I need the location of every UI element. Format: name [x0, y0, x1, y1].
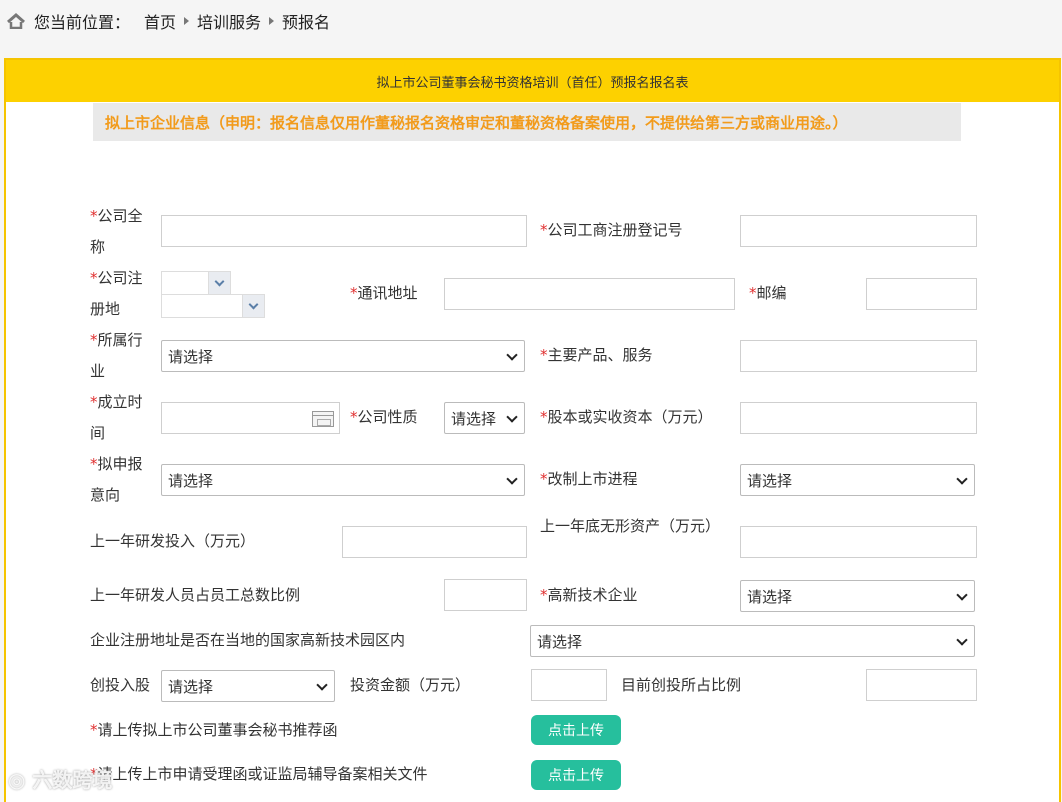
vc-label: 创投入股	[90, 676, 151, 694]
main-products-input[interactable]	[740, 340, 977, 372]
rd-staff-label: 上一年研发人员占员工总数比例	[90, 586, 301, 604]
city-select[interactable]	[161, 294, 265, 318]
upload-acceptance-button[interactable]: 点击上传	[531, 760, 621, 790]
province-select[interactable]	[161, 271, 231, 295]
breadcrumb-current: 预报名	[282, 13, 331, 32]
hitech-label: *高新技术企业	[540, 586, 638, 604]
company-name-label: *公司全称	[90, 207, 143, 256]
founded-date-input[interactable]	[161, 402, 340, 434]
rd-invest-label: 上一年研发投入（万元）	[90, 532, 256, 550]
chevron-down-icon	[956, 589, 968, 601]
capital-label: *股本或实收资本（万元）	[540, 408, 713, 426]
invest-amount-label: 投资金额（万元）	[350, 676, 471, 694]
chevron-down-icon	[242, 295, 264, 317]
form-title: 拟上市公司董事会秘书资格培训（首任）预报名报名表	[6, 60, 1059, 102]
privacy-notice: 拟上市企业信息（申明：报名信息仅用作董秘报名资格审定和董秘资格备案使用，不提供给…	[93, 103, 961, 141]
postcode-input[interactable]	[866, 278, 977, 310]
watermark-logo-icon: ◎	[8, 768, 26, 792]
capital-input[interactable]	[740, 402, 977, 434]
intangible-label: 上一年底无形资产（万元）	[540, 517, 721, 535]
intended-label: *拟申报意向	[90, 455, 143, 504]
reg-number-label: *公司工商注册登记号	[540, 221, 683, 239]
main-products-label: *主要产品、服务	[540, 346, 653, 364]
listing-progress-select[interactable]: 请选择	[740, 464, 975, 496]
address-label: *通讯地址	[350, 284, 418, 302]
rd-staff-input[interactable]	[444, 579, 527, 611]
address-input[interactable]	[444, 278, 735, 310]
breadcrumb-prefix: 您当前位置：	[34, 13, 131, 32]
breadcrumb-separator-icon	[184, 17, 190, 25]
calendar-icon[interactable]	[312, 411, 334, 427]
vc-select[interactable]: 请选择	[161, 670, 335, 702]
breadcrumb-training[interactable]: 培训服务	[197, 9, 261, 33]
chevron-down-icon	[956, 634, 968, 646]
industry-label: *所属行业	[90, 331, 143, 380]
hitech-select[interactable]: 请选择	[740, 580, 975, 612]
rd-invest-input[interactable]	[342, 526, 527, 558]
watermark: ◎ 六数跨境	[8, 768, 113, 792]
reg-number-input[interactable]	[740, 215, 977, 247]
intangible-input[interactable]	[740, 526, 977, 558]
chevron-down-icon	[506, 411, 518, 423]
company-type-label: *公司性质	[350, 408, 418, 426]
chevron-down-icon	[956, 473, 968, 485]
chevron-down-icon	[506, 473, 518, 485]
listing-progress-label: *改制上市进程	[540, 470, 638, 488]
vc-ratio-label: 目前创投所占比例	[621, 676, 742, 694]
park-select[interactable]: 请选择	[530, 625, 975, 657]
breadcrumb: 您当前位置： 首页 培训服务 预报名	[6, 8, 330, 34]
invest-amount-input[interactable]	[531, 669, 607, 701]
industry-select[interactable]: 请选择	[161, 340, 525, 372]
park-label: 企业注册地址是否在当地的国家高新技术园区内	[90, 631, 406, 649]
upload2-label: *请上传上市申请受理函或证监局辅导备案相关文件	[90, 765, 428, 783]
founded-label: *成立时间	[90, 393, 143, 442]
breadcrumb-separator-icon	[269, 17, 275, 25]
chevron-down-icon	[208, 272, 230, 294]
reg-place-label: *公司注册地	[90, 269, 143, 318]
postcode-label: *邮编	[749, 284, 787, 302]
vc-ratio-input[interactable]	[866, 669, 977, 701]
home-icon	[7, 13, 25, 29]
company-name-input[interactable]	[161, 215, 527, 247]
upload1-label: *请上传拟上市公司董事会秘书推荐函	[90, 721, 338, 739]
company-type-select[interactable]: 请选择	[444, 402, 525, 434]
intended-select[interactable]: 请选择	[161, 464, 525, 496]
chevron-down-icon	[506, 349, 518, 361]
chevron-down-icon	[316, 679, 328, 691]
upload-recommendation-button[interactable]: 点击上传	[531, 715, 621, 745]
breadcrumb-home[interactable]: 首页	[144, 9, 176, 33]
